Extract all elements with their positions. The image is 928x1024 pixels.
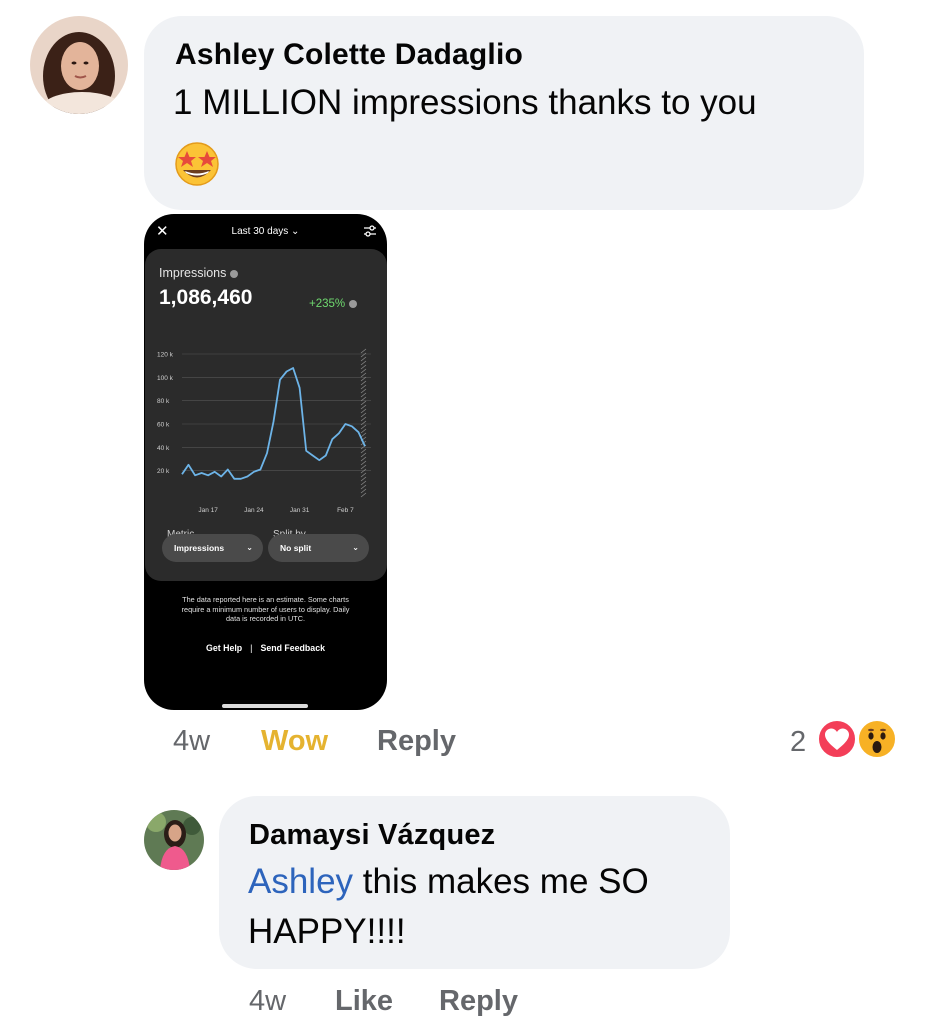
filter-icon	[364, 225, 376, 237]
y-tick-label: 20 k	[157, 468, 170, 475]
mention-link[interactable]: Ashley	[248, 862, 353, 901]
y-tick-label: 100 k	[157, 375, 174, 382]
like-button[interactable]: Like	[335, 985, 393, 1018]
y-tick-label: 120 k	[157, 352, 174, 359]
avatar[interactable]	[30, 16, 128, 114]
impressions-chart: 120 k 100 k 80 k 60 k 40 k 20 k Jan 17 Jan 24 Ja…	[157, 348, 371, 514]
heart-icon	[816, 718, 858, 760]
impressions-card: Impressions 1,086,460 +235% 120 k 100 k 80…	[145, 249, 387, 581]
comment-author[interactable]: Ashley Colette Dadaglio	[175, 38, 523, 72]
x-tick-label: Jan 31	[290, 507, 310, 514]
comment-author[interactable]: Damaysi Vázquez	[249, 819, 495, 852]
avatar[interactable]	[144, 810, 204, 870]
comment-text-line: HAPPY!!!!	[248, 912, 406, 951]
wow-icon	[856, 718, 898, 760]
disclaimer-text: The data reported here is an estimate. S…	[181, 595, 350, 623]
avatar-photo	[30, 16, 128, 114]
chevron-down-icon: ⌄	[352, 543, 359, 552]
y-tick-label: 60 k	[157, 422, 170, 429]
x-tick-label: Jan 17	[198, 507, 218, 514]
comment-time[interactable]: 4w	[173, 725, 210, 758]
star-struck-emoji	[172, 140, 222, 186]
comment-text: Ashley this makes me SO	[248, 857, 649, 907]
avatar-photo	[144, 810, 204, 870]
chevron-down-icon: ⌄	[291, 226, 300, 237]
incomplete-data-hatch	[360, 348, 367, 498]
wow-reaction-button[interactable]: Wow	[261, 725, 328, 758]
metric-dropdown-value: Impressions	[174, 543, 225, 553]
date-range-selector: Last 30 days ⌄	[144, 226, 387, 237]
chevron-down-icon: ⌄	[246, 543, 253, 552]
split-dropdown-value: No split	[280, 543, 312, 553]
get-help-link[interactable]: Get Help	[206, 643, 242, 653]
metric-dropdown[interactable]: Impressions ⌄	[162, 534, 263, 562]
comment-text-line: this makes me SO	[353, 862, 649, 901]
split-dropdown[interactable]: No split ⌄	[268, 534, 369, 562]
reply-button[interactable]: Reply	[439, 985, 518, 1018]
send-feedback-link[interactable]: Send Feedback	[260, 643, 325, 653]
comment-text: 1 MILLION impressions thanks to you	[173, 83, 757, 122]
x-tick-label: Jan 24	[244, 507, 264, 514]
separator: |	[250, 643, 253, 653]
home-indicator	[222, 704, 308, 708]
series-line	[181, 367, 366, 480]
footer-links: Get Help | Send Feedback	[144, 643, 387, 653]
insights-screenshot[interactable]: ✕ Last 30 days ⌄ Impressions 1,086,460 +…	[144, 214, 387, 710]
y-tick-label: 40 k	[157, 445, 170, 452]
y-tick-label: 80 k	[157, 398, 170, 405]
date-range-label: Last 30 days	[231, 226, 289, 237]
x-tick-label: Feb 7	[337, 507, 354, 514]
reaction-count: 2	[790, 726, 807, 758]
comment-time[interactable]: 4w	[249, 985, 286, 1018]
reply-button[interactable]: Reply	[377, 725, 456, 758]
